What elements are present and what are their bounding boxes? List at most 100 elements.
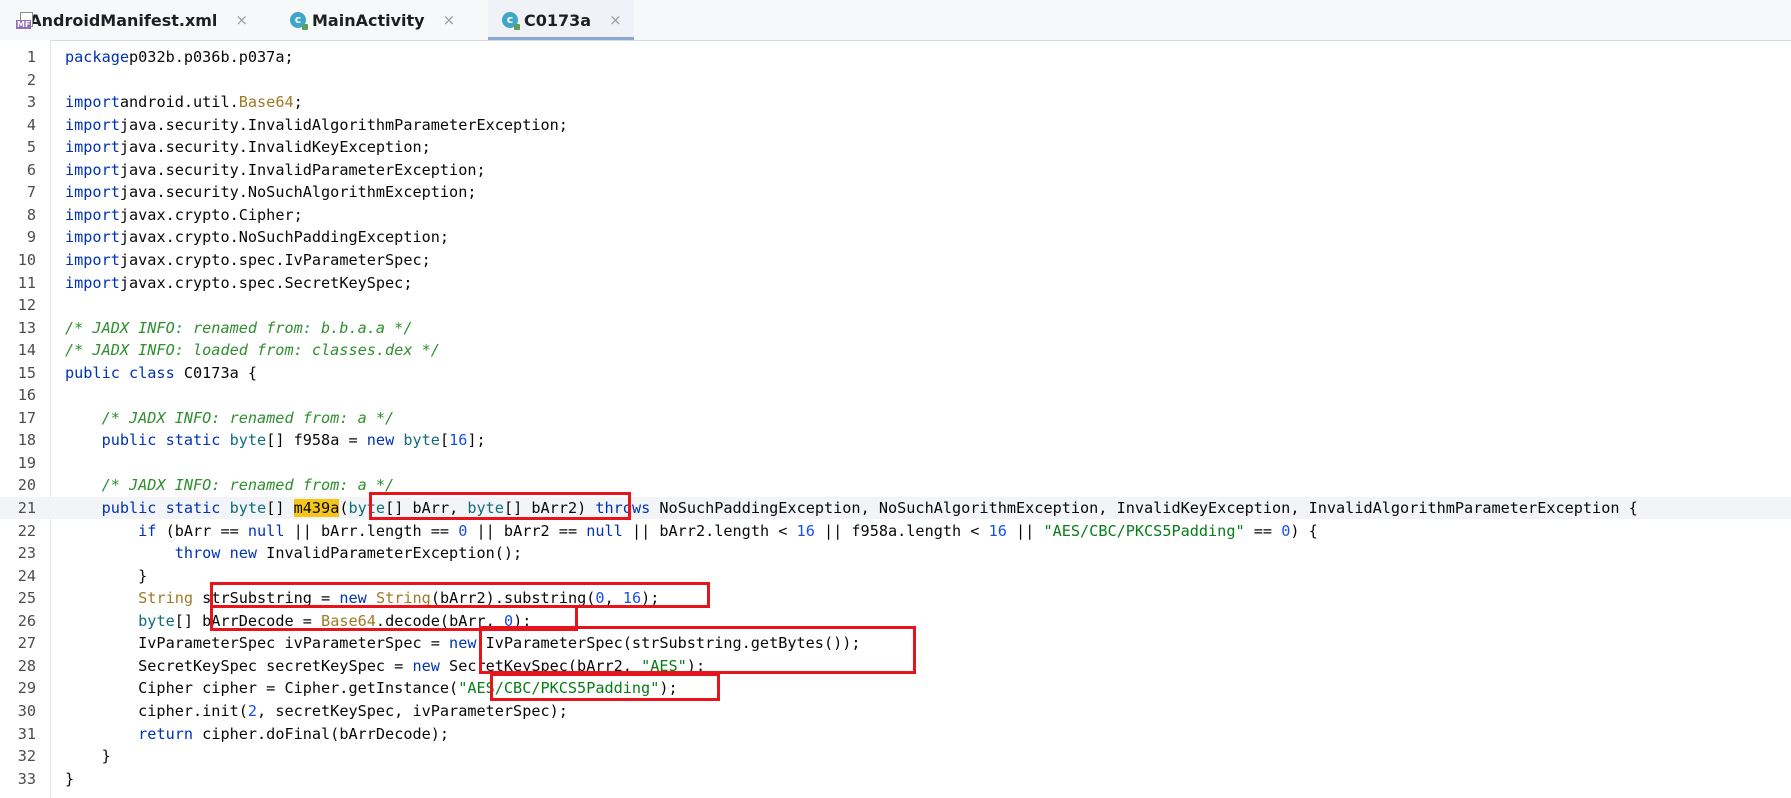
code-line[interactable]: 11 importjavax.crypto.spec.SecretKeySpec; (0, 272, 1791, 294)
code-line[interactable]: 7 importjava.security.NoSuchAlgorithmExce… (0, 181, 1791, 203)
code-token: Base64 (238, 93, 294, 112)
code-line[interactable]: 2 (0, 69, 1791, 91)
code-token: null (586, 521, 623, 540)
highlighted-identifier: m439a (293, 499, 340, 517)
code-token: import (65, 138, 120, 157)
tab-c0173a[interactable]: c C0173a × (488, 0, 634, 40)
tab-androidmanifest[interactable]: MF AndroidManifest.xml × (12, 0, 248, 40)
code-line[interactable]: 14 /* JADX INFO: loaded from: classes.dex… (0, 339, 1791, 361)
code-line[interactable]: 29 Cipher cipher = Cipher.getInstance("A… (0, 677, 1791, 699)
code-line[interactable]: 21 public static byte[] m439a(byte[] bAr… (0, 497, 1791, 519)
close-icon[interactable]: × (235, 11, 248, 29)
code-token: byte (403, 431, 440, 450)
line-number: 22 (17, 521, 36, 540)
line-number: 29 (17, 679, 36, 698)
code-token: javax.crypto.spec.IvParameterSpec; (119, 250, 431, 269)
tab-label: MainActivity (312, 10, 425, 30)
code-line[interactable]: 9 importjavax.crypto.NoSuchPaddingExcepti… (0, 226, 1791, 248)
code-token: null (247, 521, 285, 540)
code-token: /* JADX INFO: renamed from: a */ (101, 476, 395, 495)
code-token: 16 (988, 521, 1007, 540)
code-line[interactable]: 5 importjava.security.InvalidKeyException… (0, 136, 1791, 158)
code-token: "AES/CBC/PKCS5Padding" (1043, 521, 1245, 540)
code-line[interactable]: 17 /* JADX INFO: renamed from: a */ (0, 407, 1791, 429)
code-line[interactable]: 12 (0, 294, 1791, 316)
code-token: /* JADX INFO: renamed from: a */ (101, 408, 395, 427)
code-token: ; (293, 93, 303, 112)
editor-tab-bar: MF AndroidManifest.xml × c MainActivity … (0, 0, 1791, 41)
code-token: import (65, 273, 120, 292)
code-token: import (65, 250, 120, 269)
line-number: 14 (17, 341, 36, 360)
code-text: } (65, 565, 147, 587)
code-text: /* JADX INFO: renamed from: a */ (65, 407, 395, 429)
line-number: 6 (26, 160, 36, 179)
code-line[interactable]: 15 public class C0173a { (0, 362, 1791, 384)
code-line[interactable]: 10 importjavax.crypto.spec.IvParameterSpe… (0, 249, 1791, 271)
code-line[interactable]: 32 } (0, 745, 1791, 767)
code-token: public class (65, 363, 175, 382)
code-token: public static (101, 431, 221, 450)
code-line[interactable]: 4 importjava.security.InvalidAlgorithmPar… (0, 114, 1791, 136)
code-token: || bArr2 == (467, 521, 587, 540)
annotation-box-cipher-mode (490, 673, 720, 701)
code-token: 0 (1281, 521, 1291, 540)
code-token: public static (101, 499, 221, 517)
line-number: 26 (17, 611, 36, 630)
code-line[interactable]: 31 return cipher.doFinal(bArrDecode); (0, 723, 1791, 745)
code-line[interactable]: 33} (0, 768, 1791, 790)
code-line[interactable]: 13 /* JADX INFO: renamed from: b.b.a.a */ (0, 317, 1791, 339)
class-icon: c (290, 12, 308, 30)
code-token: if (138, 521, 157, 540)
code-line[interactable]: 8 importjavax.crypto.Cipher; (0, 204, 1791, 226)
code-line[interactable]: 22 if (bArr == null || bArr.length == 0 … (0, 520, 1791, 542)
code-text: importjavax.crypto.Cipher; (65, 204, 303, 226)
code-line[interactable]: 23 throw new InvalidParameterException()… (0, 542, 1791, 564)
code-line[interactable]: 1 packagep032b.p036b.p037a; (0, 46, 1791, 68)
code-token: [ (439, 431, 450, 450)
code-token: cipher.init( (65, 701, 248, 720)
code-text: importjavax.crypto.spec.IvParameterSpec; (65, 249, 431, 271)
code-line[interactable]: 30 cipher.init(2, secretKeySpec, ivParam… (0, 700, 1791, 722)
code-text: importjavax.crypto.NoSuchPaddingExceptio… (65, 226, 449, 248)
code-token: java.security.InvalidKeyException; (119, 138, 431, 157)
code-token: (bArr == (156, 521, 248, 540)
tab-mainactivity[interactable]: c MainActivity × (290, 0, 470, 40)
code-token: ) { (1290, 521, 1318, 540)
code-line[interactable]: 6 importjava.security.InvalidParameterExc… (0, 159, 1791, 181)
code-token: java.security.InvalidParameterException; (119, 160, 486, 179)
code-token: android.util. (119, 93, 239, 112)
code-token: import (65, 93, 120, 112)
line-number: 1 (26, 48, 36, 66)
close-icon[interactable]: × (443, 11, 456, 29)
code-token: import (65, 160, 120, 179)
code-token: throw new (174, 544, 258, 563)
code-line[interactable]: 3 importandroid.util.Base64; (0, 91, 1791, 113)
close-icon[interactable]: × (609, 11, 622, 29)
code-text: return cipher.doFinal(bArrDecode); (65, 723, 449, 745)
code-line[interactable]: 16 (0, 384, 1791, 406)
code-line[interactable]: 18 public static byte[] f958a = new byte… (0, 429, 1791, 451)
code-text: throw new InvalidParameterException(); (65, 542, 522, 564)
code-token: || f958a.length < (814, 521, 989, 540)
code-token: javax.crypto.NoSuchPaddingException; (119, 228, 450, 247)
code-token: String (138, 589, 194, 608)
code-token: 16 (449, 431, 468, 450)
code-token: p032b.p036b.p037a; (129, 48, 294, 66)
code-token: [] (266, 499, 294, 517)
code-line[interactable]: 19 (0, 452, 1791, 474)
line-number: 30 (17, 701, 36, 720)
code-token: == (1244, 521, 1282, 540)
code-text: importjava.security.InvalidParameterExce… (65, 159, 486, 181)
code-token: } (65, 747, 111, 766)
tab-label: C0173a (524, 10, 592, 30)
code-token: IvParameterSpec ivParameterSpec = (65, 634, 450, 653)
code-token: C0173a { (174, 363, 258, 382)
code-line[interactable]: 20 /* JADX INFO: renamed from: a */ (0, 474, 1791, 496)
